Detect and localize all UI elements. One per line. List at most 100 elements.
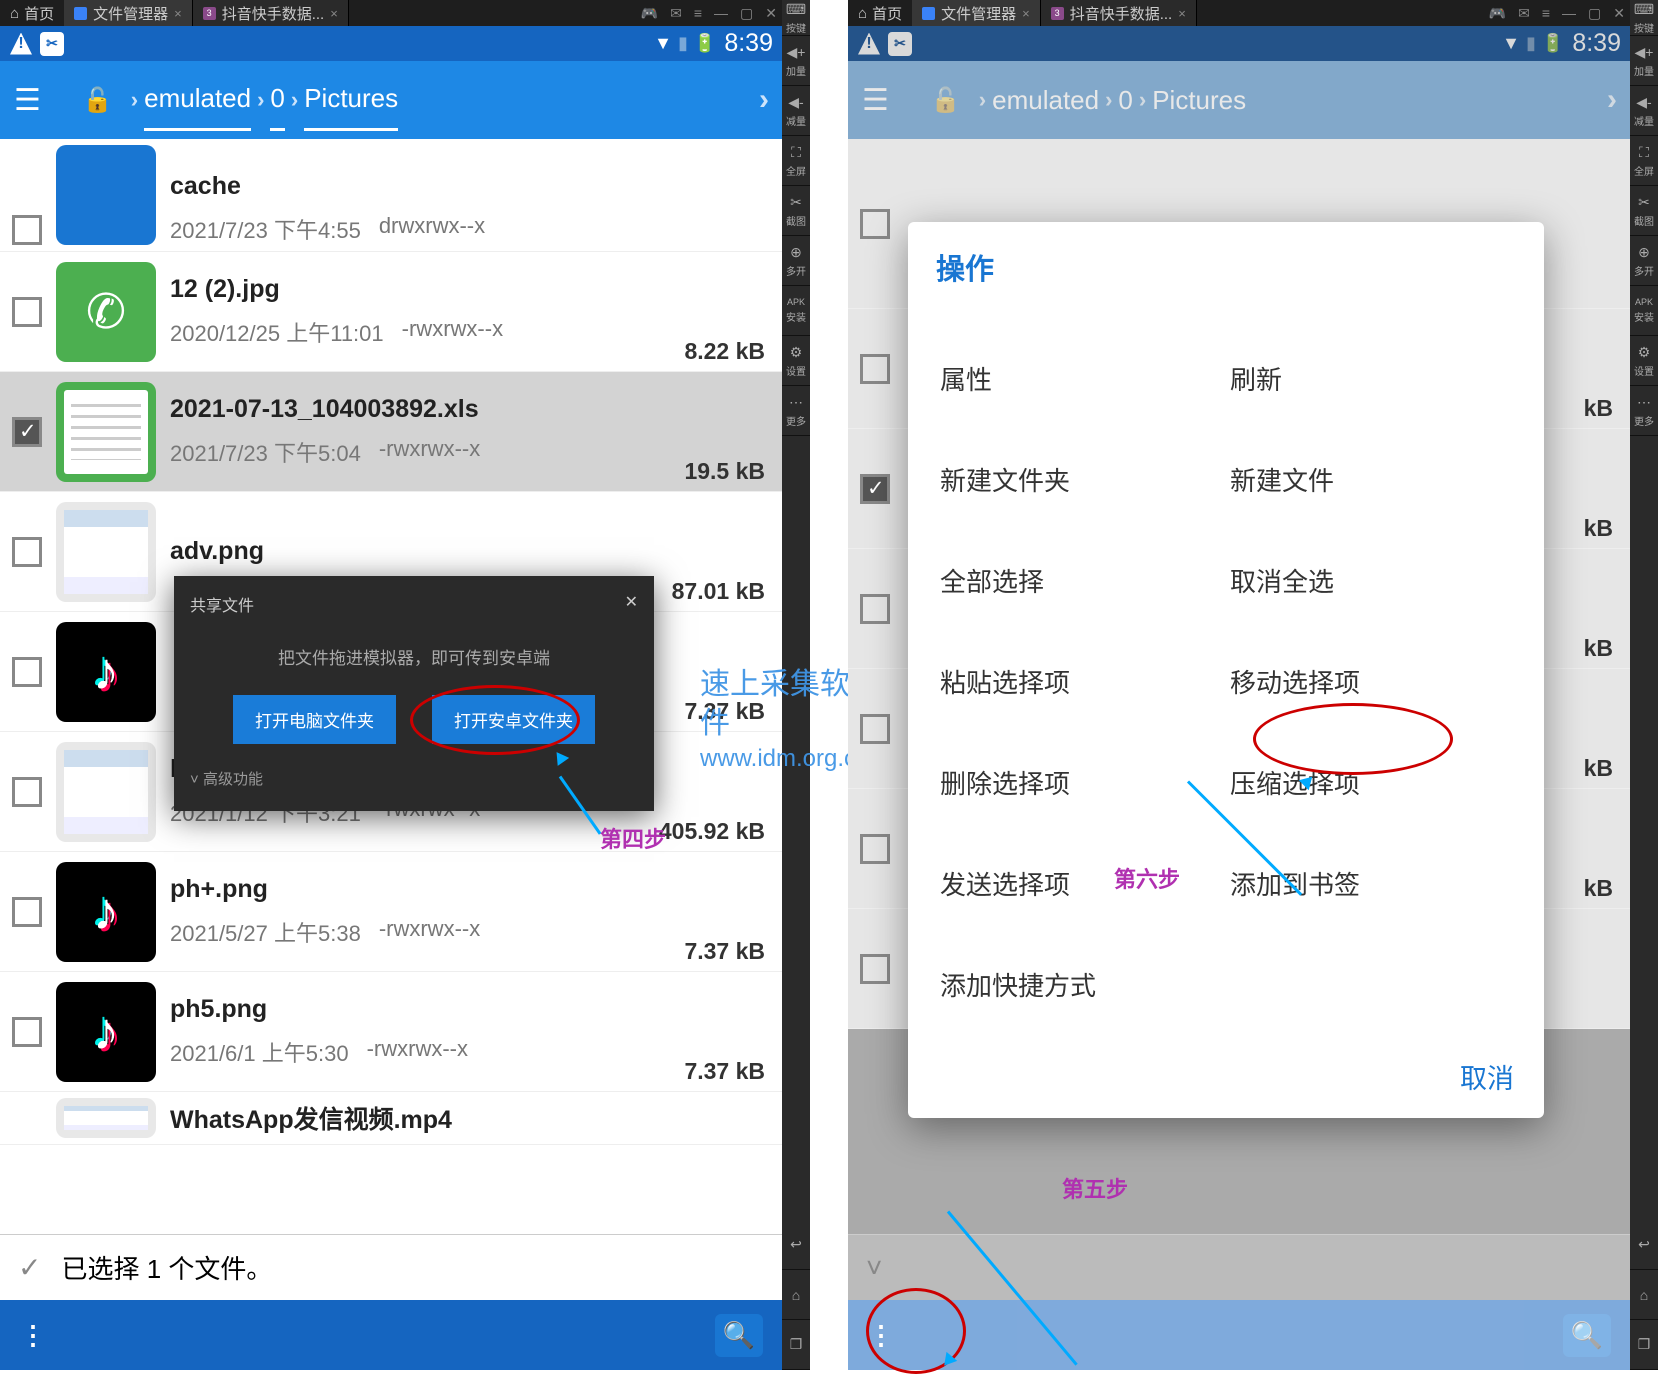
breadcrumb-0[interactable]: 0 — [270, 83, 284, 131]
close-icon[interactable]: ✕ — [625, 592, 638, 616]
lock-icon[interactable]: 🔓 — [83, 86, 113, 115]
action-new-folder[interactable]: 新建文件夹 — [936, 429, 1226, 530]
sidebar-home[interactable]: ⌂ — [1630, 1270, 1658, 1320]
selection-bar: ✓ 已选择 1 个文件。 — [0, 1234, 783, 1300]
mail-icon[interactable]: ✉ — [664, 5, 688, 22]
sidebar-multi[interactable]: ⊕多开 — [1630, 236, 1658, 286]
hamburger-icon[interactable]: ☰ — [862, 83, 889, 118]
checkbox[interactable] — [12, 215, 42, 245]
sidebar-settings[interactable]: ⚙设置 — [782, 336, 810, 386]
sidebar-volup[interactable]: ◀+加量 — [1630, 36, 1658, 86]
menu-icon[interactable]: ≡ — [1536, 5, 1556, 21]
sidebar-keys[interactable]: ⌨按键 — [1630, 0, 1658, 36]
action-send[interactable]: 发送选择项 — [936, 833, 1226, 934]
action-compress[interactable]: 压缩选择项 — [1226, 732, 1516, 833]
app-toolbar: ☰ 🔓 ›emulated ›0 ›Pictures › — [848, 61, 1631, 139]
search-icon[interactable]: 🔍 — [715, 1314, 763, 1357]
app-icon: ✂ — [888, 32, 912, 56]
checkbox[interactable] — [12, 777, 42, 807]
sidebar-home[interactable]: ⌂ — [782, 1270, 810, 1320]
checkbox[interactable] — [12, 897, 42, 927]
sidebar-multi[interactable]: ⊕多开 — [782, 236, 810, 286]
chevron-right-icon[interactable]: › — [759, 83, 769, 117]
action-properties[interactable]: 属性 — [936, 328, 1226, 429]
close-window-icon[interactable]: ✕ — [1607, 5, 1631, 22]
maximize-icon[interactable]: ▢ — [1582, 5, 1607, 22]
checkbox[interactable] — [12, 657, 42, 687]
sidebar-install[interactable]: APK安装 — [782, 286, 810, 336]
selection-text: 已选择 1 个文件。 — [61, 1249, 272, 1286]
advanced-toggle[interactable]: ˅ 高级功能 — [174, 758, 654, 799]
sidebar-fullscreen[interactable]: ⛶全屏 — [782, 136, 810, 186]
list-item[interactable]: ♪ ph+.png 2021/5/27 上午5:38-rwxrwx--x 7.3… — [0, 852, 783, 972]
sidebar-install[interactable]: APK安装 — [1630, 286, 1658, 336]
action-select-all[interactable]: 全部选择 — [936, 530, 1226, 631]
home-tab[interactable]: ⌂ 首页 — [0, 3, 64, 24]
action-new-file[interactable]: 新建文件 — [1226, 429, 1516, 530]
warning-icon: ! — [10, 33, 32, 55]
close-icon[interactable]: × — [1178, 6, 1186, 21]
sidebar-screenshot[interactable]: ✂截图 — [782, 186, 810, 236]
sidebar-recent[interactable]: ❐ — [782, 1320, 810, 1370]
sidebar-more[interactable]: ⋯更多 — [1630, 386, 1658, 436]
sidebar-screenshot[interactable]: ✂截图 — [1630, 186, 1658, 236]
list-item[interactable]: 2021-07-13_104003892.xls 2021/7/23 下午5:0… — [0, 372, 783, 492]
menu-icon[interactable]: ≡ — [688, 5, 708, 21]
home-tab[interactable]: ⌂ 首页 — [848, 3, 912, 24]
dialog-title: 操作 — [908, 246, 1544, 328]
open-android-folder-button[interactable]: 打开安卓文件夹 — [432, 695, 595, 744]
hamburger-icon[interactable]: ☰ — [14, 83, 41, 118]
sidebar-voldown[interactable]: ◀-减量 — [782, 86, 810, 136]
sidebar-recent[interactable]: ❐ — [1630, 1320, 1658, 1370]
maximize-icon[interactable]: ▢ — [734, 5, 759, 22]
action-refresh[interactable]: 刷新 — [1226, 328, 1516, 429]
sidebar-voldown[interactable]: ◀-减量 — [1630, 86, 1658, 136]
checkbox[interactable] — [12, 1017, 42, 1047]
list-item[interactable]: cache 2021/7/23 下午4:55drwxrwx--x — [0, 139, 783, 252]
close-icon[interactable]: × — [330, 6, 338, 21]
close-icon[interactable]: × — [1022, 6, 1030, 21]
sidebar-more[interactable]: ⋯更多 — [782, 386, 810, 436]
sidebar-volup[interactable]: ◀+加量 — [782, 36, 810, 86]
list-item[interactable]: ♪ ph5.png 2021/6/1 上午5:30-rwxrwx--x 7.37… — [0, 972, 783, 1092]
mail-icon[interactable]: ✉ — [1512, 5, 1536, 22]
more-menu-icon[interactable]: ⋮ — [868, 1320, 894, 1351]
tab-file-manager[interactable]: 文件管理器× — [64, 0, 193, 28]
action-shortcut[interactable]: 添加快捷方式 — [936, 934, 1226, 1035]
checkbox[interactable] — [12, 537, 42, 567]
minimize-icon[interactable]: — — [1556, 5, 1582, 21]
action-bookmark[interactable]: 添加到书签 — [1226, 833, 1516, 934]
sidebar-fullscreen[interactable]: ⛶全屏 — [1630, 136, 1658, 186]
tab-douyin[interactable]: 3抖音快手数据...× — [1041, 0, 1197, 28]
chevron-right-icon: › — [257, 87, 264, 113]
more-menu-icon[interactable]: ⋮ — [20, 1320, 46, 1351]
sidebar-back[interactable]: ↩ — [1630, 1220, 1658, 1270]
action-paste[interactable]: 粘贴选择项 — [936, 631, 1226, 732]
gamepad-icon[interactable]: 🎮 — [635, 5, 664, 22]
sidebar-back[interactable]: ↩ — [782, 1220, 810, 1270]
gamepad-icon[interactable]: 🎮 — [1483, 5, 1512, 22]
action-move[interactable]: 移动选择项 — [1226, 631, 1516, 732]
action-delete[interactable]: 删除选择项 — [936, 732, 1226, 833]
check-icon[interactable]: ✓ — [18, 1251, 41, 1284]
list-item[interactable]: ✆ 12 (2).jpg 2020/12/25 上午11:01-rwxrwx--… — [0, 252, 783, 372]
tab-douyin[interactable]: 3抖音快手数据...× — [193, 0, 349, 28]
checkbox-checked[interactable] — [12, 417, 42, 447]
close-icon[interactable]: × — [174, 6, 182, 21]
open-pc-folder-button[interactable]: 打开电脑文件夹 — [233, 695, 396, 744]
warning-icon: ! — [858, 33, 880, 55]
minimize-icon[interactable]: — — [708, 5, 734, 21]
action-deselect-all[interactable]: 取消全选 — [1226, 530, 1516, 631]
tab-file-manager[interactable]: 文件管理器× — [912, 0, 1041, 28]
emulator-titlebar: ⌂ 首页 文件管理器× 3抖音快手数据...× 🎮 ✉ ≡ — ▢ ✕ — [848, 0, 1631, 26]
sidebar-keys[interactable]: ⌨按键 — [782, 0, 810, 36]
checkbox[interactable] — [12, 297, 42, 327]
breadcrumb-pictures[interactable]: Pictures — [304, 83, 398, 131]
breadcrumb-emulated[interactable]: emulated — [144, 83, 251, 131]
search-icon[interactable]: 🔍 — [1563, 1314, 1611, 1357]
dialog-cancel-button[interactable]: 取消 — [908, 1035, 1544, 1104]
close-window-icon[interactable]: ✕ — [759, 5, 783, 22]
sidebar-settings[interactable]: ⚙设置 — [1630, 336, 1658, 386]
lock-icon[interactable]: 🔓 — [931, 86, 961, 115]
list-item[interactable]: WhatsApp发信视频.mp4 — [0, 1092, 783, 1145]
